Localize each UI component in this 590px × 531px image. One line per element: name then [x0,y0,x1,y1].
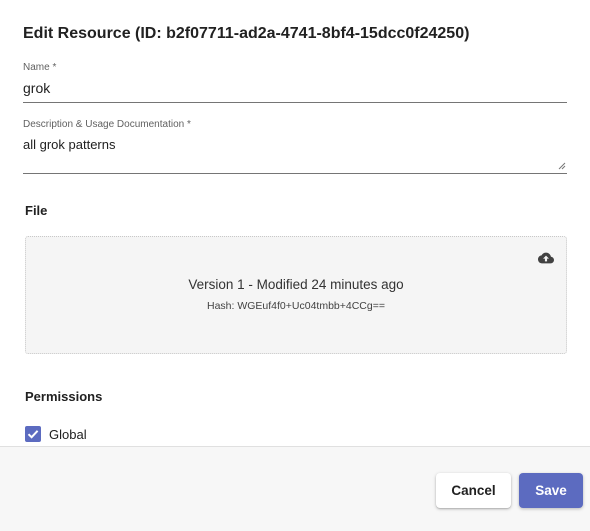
file-hash-text: Hash: WGEuf4f0+Uc04tmbb+4CCg== [206,300,385,312]
file-section-heading: File [25,203,48,218]
file-dropzone[interactable]: Version 1 - Modified 24 minutes ago Hash… [25,236,567,354]
dialog-title: Edit Resource (ID: b2f07711-ad2a-4741-8b… [23,25,470,42]
global-permission-label: Global [49,426,87,442]
name-field-label: Name * [23,62,57,73]
permissions-heading: Permissions [25,389,103,404]
edit-resource-dialog: Edit Resource (ID: b2f07711-ad2a-4741-8b… [0,0,590,531]
name-field[interactable]: Name * grok [23,62,567,103]
file-version-text: Version 1 - Modified 24 minutes ago [188,277,404,292]
global-permission-checkbox[interactable] [25,426,41,442]
global-permission-checkbox-row[interactable]: Global [25,426,87,442]
description-field[interactable]: Description & Usage Documentation * all … [23,119,567,174]
cloud-upload-icon[interactable] [538,252,554,264]
save-button[interactable]: Save [519,473,583,508]
cancel-button[interactable]: Cancel [436,473,511,508]
name-input[interactable]: grok [23,80,50,96]
dialog-footer: Cancel Save [0,446,590,531]
description-field-label: Description & Usage Documentation * [23,119,191,130]
description-textarea[interactable]: all grok patterns [23,137,116,152]
resize-handle-icon[interactable] [558,162,566,170]
checkmark-icon [27,430,39,439]
